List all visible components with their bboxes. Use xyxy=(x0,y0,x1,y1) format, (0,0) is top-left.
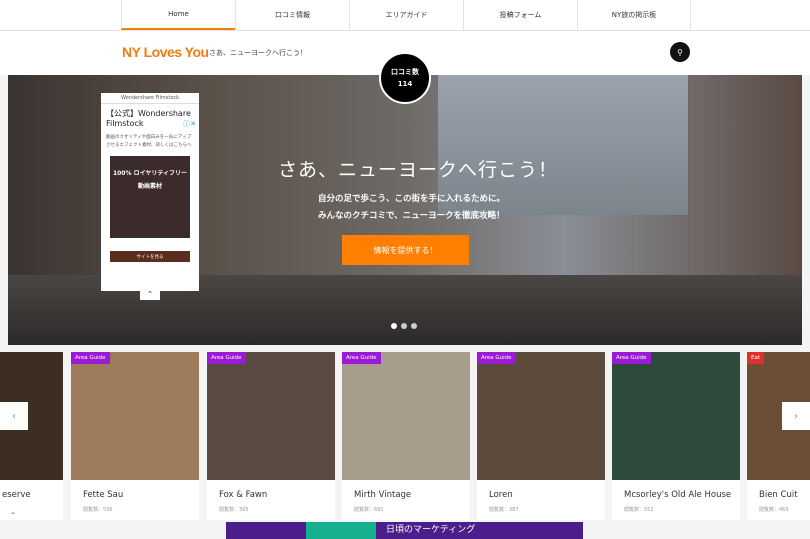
ad-image-text: 100% ロイヤリティフリー xyxy=(112,170,188,177)
card-title: Mirth Vintage xyxy=(354,490,412,500)
slide-dot[interactable] xyxy=(411,323,417,329)
nav-reviews[interactable]: 口コミ情報 xyxy=(235,0,349,30)
hero-title: さあ、ニューヨークへ行こう！ xyxy=(278,159,559,181)
tagline: さあ、ニューヨークへ行こう！ xyxy=(209,49,307,57)
ad-source: Wondershare Filmstock xyxy=(101,93,199,104)
slider-dots xyxy=(391,323,417,329)
category-tag: Area Guide xyxy=(71,352,110,364)
card-title: Loren xyxy=(489,490,513,500)
view-count: 閲覧数：536 xyxy=(83,507,113,513)
hero-subtitle-1: 自分の足で歩こう、この街を手に入れるために。 xyxy=(318,194,506,204)
category-tag: Area Guide xyxy=(207,352,246,364)
nav-home[interactable]: Home xyxy=(121,0,235,30)
ad-visit-button[interactable]: サイトを見る xyxy=(110,251,190,262)
card[interactable]: Area Guide Mcsorley's Old Ale House 閲覧数：55… xyxy=(612,352,740,520)
nav-post-form[interactable]: 投稿フォーム xyxy=(463,0,577,30)
card-title: Fette Sau xyxy=(83,490,124,500)
search-button[interactable]: ⚲ xyxy=(670,42,690,62)
site-logo[interactable]: NY Loves You xyxy=(122,44,209,60)
nav-forum[interactable]: NY旅の掲示板 xyxy=(577,0,691,30)
carousel-prev-button[interactable]: ‹ xyxy=(0,402,28,430)
card-title: eserve xyxy=(2,490,31,500)
slide-dot[interactable] xyxy=(391,323,397,329)
view-count: 閲覧数：552 xyxy=(624,507,654,513)
category-tag: Area Guide xyxy=(342,352,381,364)
card[interactable]: eserve xyxy=(0,352,63,520)
bottom-banner-ad[interactable]: 日頃のマーケティング xyxy=(226,522,583,539)
submit-info-button[interactable]: 情報を提供する！ xyxy=(342,235,469,265)
carousel-next-button[interactable]: › xyxy=(782,402,810,430)
nav-area-guide[interactable]: エリアガイド xyxy=(349,0,463,30)
chevron-left-icon: ‹ xyxy=(12,410,16,422)
category-tag: Area Guide xyxy=(612,352,651,364)
hero-subtitle-2: みんなのクチコミで、ニューヨークを徹底攻略！ xyxy=(318,211,505,221)
chevron-up-icon[interactable]: ⌃ xyxy=(140,290,160,300)
badge-count: 114 xyxy=(397,80,413,88)
top-nav: Home 口コミ情報 エリアガイド 投稿フォーム NY旅の掲示板 xyxy=(0,0,810,31)
ad-image-text: 動画素材 xyxy=(137,183,162,190)
view-count: 閲覧数：469 xyxy=(759,507,789,513)
category-tag: Eat xyxy=(747,352,765,364)
bottom-ad-text: 日頃のマーケティング xyxy=(386,525,476,535)
view-count: 閲覧数：395 xyxy=(219,507,249,513)
card[interactable]: Area Guide Mirth Vintage 閲覧数：691 xyxy=(342,352,470,520)
card-title: Bien Cuit xyxy=(759,490,798,500)
ad-description: 動画のクオリティや面白みを一気にアップさせるエフェクト素材、詳しくはこちらへ xyxy=(106,135,192,148)
badge-label: 口コミ数 xyxy=(391,68,419,76)
ad-image[interactable]: 100% ロイヤリティフリー 動画素材 xyxy=(110,156,190,238)
category-tag: Area Guide xyxy=(477,352,516,364)
ad-close-icon[interactable]: ⓘ✕ xyxy=(183,119,196,129)
card[interactable]: Eat Bien Cuit 閲覧数：469 xyxy=(747,352,810,520)
chevron-right-icon: › xyxy=(794,410,798,422)
search-icon: ⚲ xyxy=(677,47,683,57)
card[interactable]: Area Guide Fette Sau 閲覧数：536 xyxy=(71,352,199,520)
chevron-down-icon[interactable]: ⌄ xyxy=(0,508,26,520)
review-count-badge: 口コミ数 114 xyxy=(379,52,431,104)
card[interactable]: Area Guide Loren 閲覧数：387 xyxy=(477,352,605,520)
view-count: 閲覧数：387 xyxy=(489,507,519,513)
view-count: 閲覧数：691 xyxy=(354,507,384,513)
card[interactable]: Area Guide Fox & Fawn 閲覧数：395 xyxy=(207,352,335,520)
side-ad[interactable]: Wondershare Filmstock 【公式】Wondershare Fi… xyxy=(101,93,199,291)
slide-dot[interactable] xyxy=(401,323,407,329)
card-title: Mcsorley's Old Ale House xyxy=(624,490,732,500)
card-title: Fox & Fawn xyxy=(219,490,268,500)
